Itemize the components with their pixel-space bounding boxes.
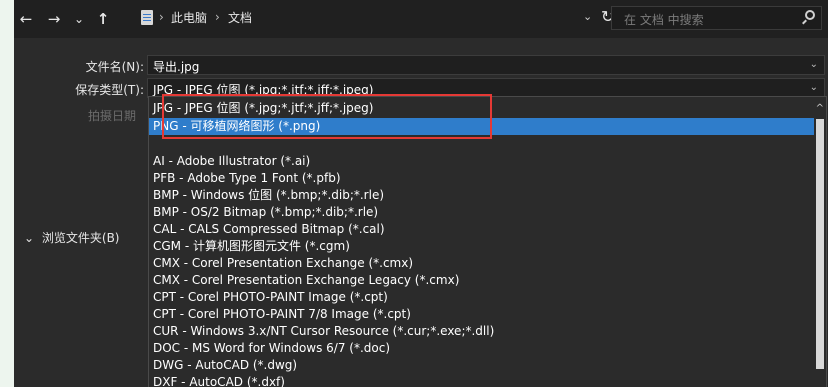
- list-item[interactable]: DWG - AutoCAD (*.dwg): [153, 357, 297, 374]
- filename-field[interactable]: 导出.jpg ⌄: [147, 55, 825, 75]
- list-item[interactable]: AI - Adobe Illustrator (*.ai): [153, 153, 310, 170]
- address-history-chevron-icon[interactable]: ⌄: [583, 10, 592, 23]
- list-item[interactable]: CUR - Windows 3.x/NT Cursor Resource (*.…: [153, 323, 494, 340]
- list-item[interactable]: CMX - Corel Presentation Exchange (*.cmx…: [153, 255, 413, 272]
- savetype-label: 保存类型(T):: [75, 83, 144, 97]
- list-item[interactable]: CPT - Corel PHOTO-PAINT Image (*.cpt): [153, 289, 388, 306]
- list-item[interactable]: CAL - CALS Compressed Bitmap (*.cal): [153, 221, 385, 238]
- browse-folders-toggle[interactable]: ⌄ 浏览文件夹(B): [24, 229, 120, 246]
- scroll-up-icon[interactable]: ^: [816, 103, 824, 114]
- list-item[interactable]: CGM - 计算机图形图元文件 (*.cgm): [153, 238, 350, 255]
- savetype-chevron-down-icon[interactable]: ⌄: [810, 82, 818, 93]
- list-item[interactable]: CMX - Corel Presentation Exchange Legacy…: [153, 272, 459, 289]
- breadcrumb-separator[interactable]: ›: [215, 10, 220, 24]
- filename-chevron-down-icon[interactable]: ⌄: [810, 59, 818, 70]
- highlight-annotation-box: [162, 94, 492, 139]
- list-item[interactable]: DOC - MS Word for Windows 6/7 (*.doc): [153, 340, 390, 357]
- breadcrumb-this-pc[interactable]: 此电脑: [171, 11, 207, 25]
- search-placeholder: 在 文档 中搜索: [624, 13, 704, 27]
- browse-folders-label: 浏览文件夹(B): [41, 231, 120, 245]
- breadcrumb-separator[interactable]: ›: [159, 10, 164, 24]
- up-arrow-icon[interactable]: ↑: [95, 9, 111, 29]
- breadcrumb-documents[interactable]: 文档: [228, 11, 252, 25]
- list-item[interactable]: BMP - Windows 位图 (*.bmp;*.dib;*.rle): [153, 187, 384, 204]
- filename-value[interactable]: 导出.jpg: [153, 58, 199, 75]
- list-item[interactable]: PFB - Adobe Type 1 Font (*.pfb): [153, 170, 341, 187]
- chevron-down-icon: ⌄: [24, 231, 35, 245]
- save-dialog: ← → ⌄ ↑ › 此电脑 › 文档 ⌄ ↻ 在 文档 中搜索 文件名(N): …: [14, 0, 828, 387]
- list-item[interactable]: BMP - OS/2 Bitmap (*.bmp;*.dib;*.rle): [153, 204, 378, 221]
- address-bar[interactable]: [138, 6, 602, 30]
- list-item[interactable]: CPT - Corel PHOTO-PAINT 7/8 Image (*.cpt…: [153, 306, 411, 323]
- back-arrow-icon[interactable]: ←: [16, 9, 36, 29]
- list-item[interactable]: DXF - AutoCAD (*.dxf): [153, 374, 285, 387]
- navigation-bar: ← → ⌄ ↑ › 此电脑 › 文档 ⌄ ↻ 在 文档 中搜索: [14, 0, 828, 38]
- filename-label: 文件名(N):: [85, 60, 144, 74]
- forward-arrow-icon[interactable]: →: [44, 9, 64, 29]
- search-box[interactable]: 在 文档 中搜索: [611, 6, 822, 30]
- date-taken-label: 拍摄日期: [88, 109, 137, 123]
- list-scrollbar[interactable]: ^: [814, 97, 826, 387]
- search-icon[interactable]: [805, 10, 815, 20]
- scrollbar-thumb[interactable]: [816, 119, 824, 369]
- recent-locations-chevron-icon[interactable]: ⌄: [72, 9, 86, 29]
- filetype-dropdown-list[interactable]: JPG - JPEG 位图 (*.jpg;*.jtf;*.jff;*.jpeg)…: [148, 96, 827, 387]
- documents-folder-icon: [141, 10, 153, 25]
